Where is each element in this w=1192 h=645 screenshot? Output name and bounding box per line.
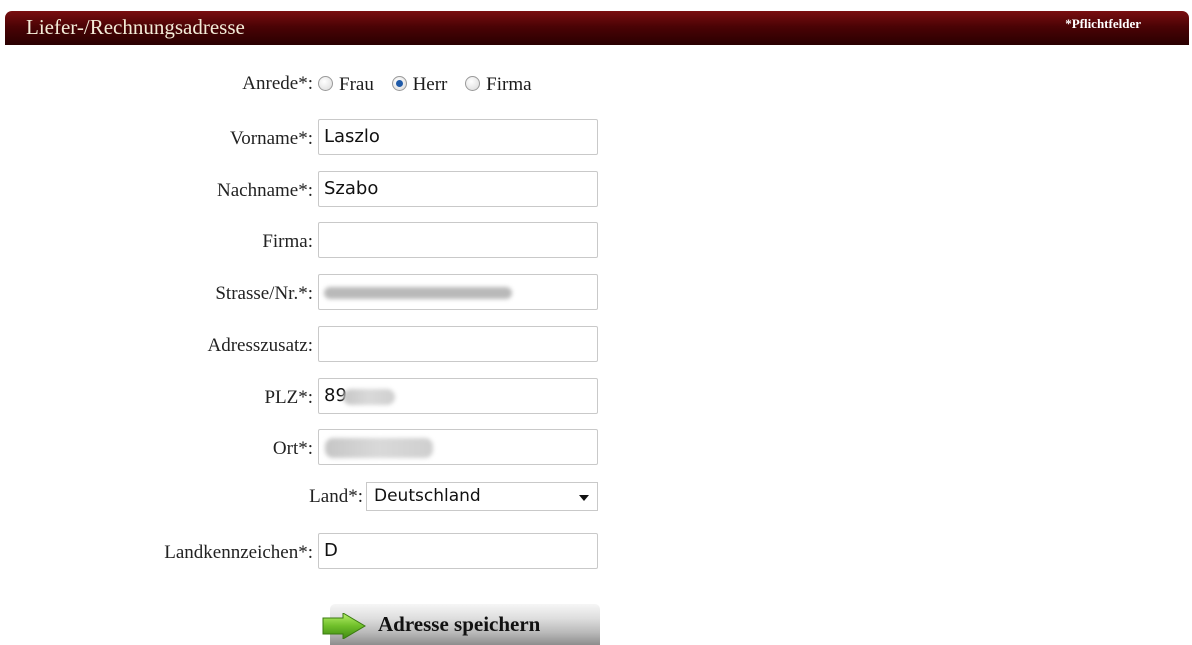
company-input[interactable] bbox=[318, 222, 598, 258]
address-extra-input[interactable] bbox=[318, 326, 598, 362]
arrow-right-icon bbox=[321, 612, 367, 644]
zip-row: PLZ*: 89 bbox=[0, 378, 1192, 416]
chevron-down-icon bbox=[579, 495, 589, 501]
country-row: Land*: Deutschland bbox=[0, 481, 1192, 519]
salutation-option-frau-label: Frau bbox=[339, 73, 374, 95]
address-extra-label: Adresszusatz: bbox=[207, 335, 313, 356]
zip-input[interactable]: 89 bbox=[318, 378, 598, 414]
save-button-label: Adresse speichern bbox=[378, 612, 541, 636]
section-title: Liefer-/Rechnungsadresse bbox=[26, 15, 245, 39]
address-extra-row: Adresszusatz: bbox=[0, 326, 1192, 364]
zip-label: PLZ*: bbox=[264, 387, 313, 408]
street-label: Strasse/Nr.*: bbox=[215, 283, 313, 304]
first-name-row: Vorname*: Laszlo bbox=[0, 119, 1192, 157]
city-label: Ort*: bbox=[272, 438, 313, 459]
required-fields-note: *Pflichtfelder bbox=[1065, 16, 1141, 31]
last-name-row: Nachname*: Szabo bbox=[0, 171, 1192, 209]
section-header: Liefer-/Rechnungsadresse *Pflichtfelder bbox=[5, 11, 1189, 45]
salutation-radio-group: Frau Herr Firma bbox=[318, 73, 545, 96]
city-input[interactable] bbox=[318, 429, 598, 465]
company-label: Firma: bbox=[262, 231, 313, 252]
street-input[interactable] bbox=[318, 274, 598, 310]
first-name-label: Vorname*: bbox=[229, 128, 313, 149]
salutation-label: Anrede*: bbox=[242, 73, 313, 94]
city-row: Ort*: bbox=[0, 429, 1192, 467]
street-row: Strasse/Nr.*: bbox=[0, 274, 1192, 312]
country-code-input[interactable]: D bbox=[318, 533, 598, 569]
country-code-row: Landkennzeichen*: D bbox=[0, 533, 1192, 571]
company-row: Firma: bbox=[0, 222, 1192, 260]
redacted-city-value bbox=[325, 438, 433, 458]
salutation-row: Anrede*: Frau Herr Firma bbox=[0, 70, 1192, 108]
country-selected-value: Deutschland bbox=[374, 486, 481, 506]
last-name-label: Nachname*: bbox=[216, 180, 313, 201]
redacted-zip-digits bbox=[343, 389, 395, 405]
first-name-input[interactable]: Laszlo bbox=[318, 119, 598, 155]
redacted-street-value bbox=[324, 287, 512, 299]
salutation-option-herr-label: Herr bbox=[412, 73, 448, 95]
salutation-radio-frau[interactable] bbox=[318, 76, 333, 92]
salutation-option-firma-label: Firma bbox=[486, 73, 532, 95]
country-select[interactable]: Deutschland bbox=[366, 482, 598, 511]
country-code-label: Landkennzeichen*: bbox=[164, 542, 313, 563]
country-label: Land*: bbox=[309, 486, 363, 507]
save-address-button[interactable]: Adresse speichern bbox=[322, 604, 600, 645]
salutation-radio-firma[interactable] bbox=[465, 76, 481, 92]
last-name-input[interactable]: Szabo bbox=[318, 171, 598, 207]
salutation-radio-herr[interactable] bbox=[391, 76, 407, 92]
